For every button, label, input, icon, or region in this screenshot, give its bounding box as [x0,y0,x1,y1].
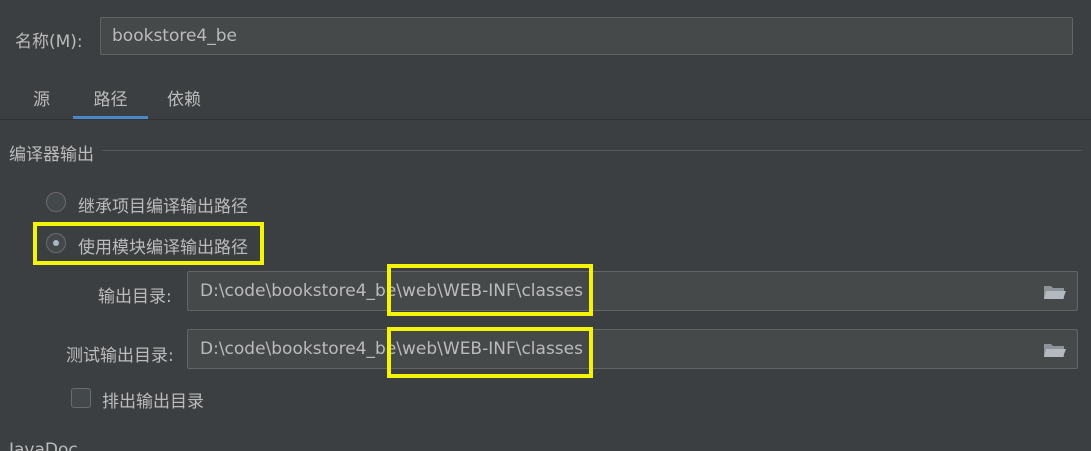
highlight-box-test-output-path [387,327,593,378]
folder-icon[interactable] [1043,341,1067,359]
section-title-javadoc: JavaDoc [9,440,78,451]
tab-sources-label: 源 [33,90,50,110]
tab-dependencies[interactable]: 依赖 [167,87,207,120]
output-dir-field[interactable]: D:\code\bookstore4_be\web\WEB-INF\classe… [187,271,1078,311]
test-output-dir-label: 测试输出目录: [66,346,174,366]
folder-icon[interactable] [1043,283,1067,301]
radio-module-label: 使用模块编译输出路径 [78,238,248,258]
tab-divider [0,119,1091,120]
highlight-box-output-path [387,264,593,316]
tab-paths[interactable]: 路径 [73,87,148,120]
section-divider [102,150,1082,151]
name-label: 名称(M): [15,32,83,52]
section-title-compiler-output: 编译器输出 [9,145,94,165]
tab-paths-label: 路径 [93,90,128,110]
exclude-output-checkbox[interactable] [71,388,91,408]
radio-inherit-output-path[interactable] [46,192,66,212]
radio-inherit-label: 继承项目编译输出路径 [78,197,248,217]
module-settings-panel: 名称(M): 源 路径 依赖 编译器输出 继承项目编译输出路径 使用模块编译输出… [0,0,1091,451]
output-dir-label: 输出目录: [98,287,172,307]
tab-dependencies-label: 依赖 [167,90,201,110]
name-input[interactable] [100,17,1073,55]
radio-module-output-path[interactable] [46,233,66,253]
tab-sources[interactable]: 源 [33,87,53,120]
exclude-output-label: 排出输出目录 [102,392,204,412]
tab-bar: 源 路径 依赖 [0,87,1091,120]
test-output-dir-field[interactable]: D:\code\bookstore4_be\web\WEB-INF\classe… [187,329,1078,369]
